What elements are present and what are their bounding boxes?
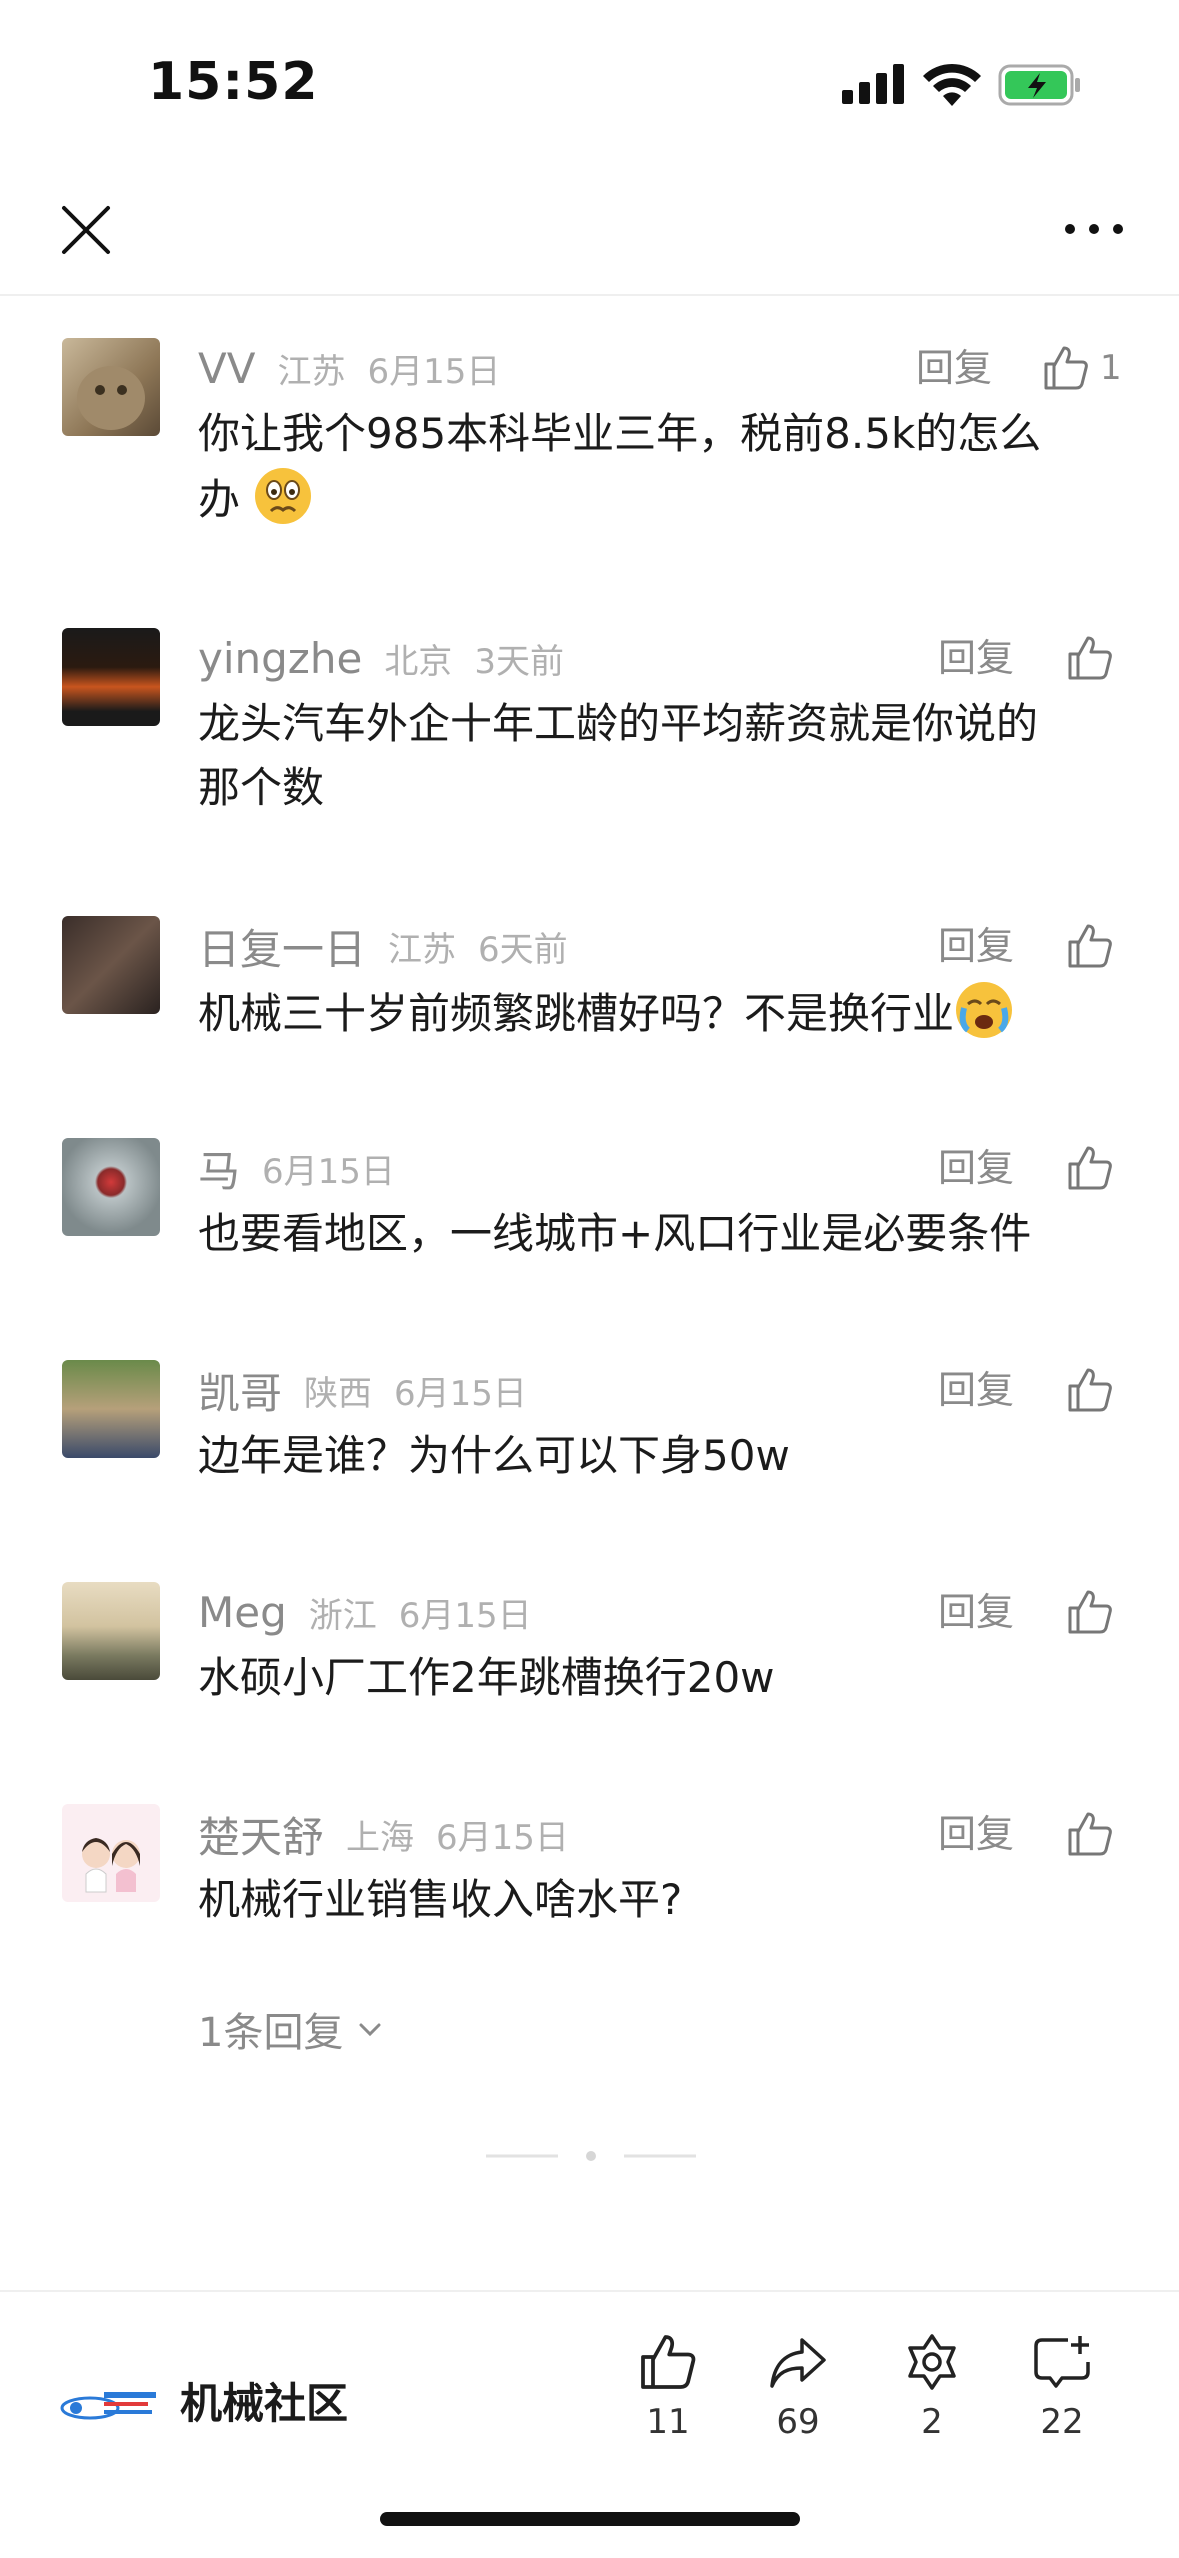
thumbs-up-icon[interactable] bbox=[1066, 1144, 1114, 1192]
star-badge-icon bbox=[908, 2334, 956, 2390]
comment-item: VV 江苏 6月15日 回复 1 你让我个985本科毕业三年，税前8.5k的怎么… bbox=[0, 338, 1179, 578]
chevron-down-icon bbox=[359, 2023, 381, 2037]
worried-face-emoji-icon bbox=[255, 468, 312, 524]
comment-username[interactable]: 楚天舒 bbox=[198, 1804, 324, 1865]
like-count: 1 bbox=[1100, 348, 1122, 388]
thumbs-up-icon[interactable] bbox=[1066, 922, 1114, 970]
comment-text: 龙头汽车外企十年工龄的平均薪资就是你说的 那个数 bbox=[198, 699, 1039, 812]
thumbs-up-icon bbox=[641, 2335, 696, 2389]
share-count: 69 bbox=[776, 2402, 820, 2442]
comment-location: 浙江 bbox=[308, 1595, 377, 1636]
thumbs-up-icon[interactable] bbox=[1066, 1810, 1114, 1858]
battery-charging-icon bbox=[998, 64, 1080, 106]
comment-item: Meg 浙江 6月15日 回复 水硕小厂工作2年跳槽换行20w bbox=[0, 1582, 1179, 1752]
community-logo-icon bbox=[60, 2392, 156, 2420]
avatar[interactable] bbox=[62, 1804, 160, 1902]
comment-username[interactable]: 日复一日 bbox=[198, 916, 366, 977]
comment-location: 上海 bbox=[346, 1817, 415, 1858]
signal-icon bbox=[842, 64, 904, 104]
comment-location: 江苏 bbox=[388, 929, 457, 970]
thumbs-up-icon[interactable] bbox=[1042, 344, 1090, 392]
crying-face-emoji-icon bbox=[956, 982, 1013, 1038]
page-indicator bbox=[486, 2151, 696, 2161]
comment-username[interactable]: VV bbox=[198, 344, 255, 393]
comment-text: 机械行业销售收入啥水平? bbox=[198, 1875, 683, 1924]
reply-button[interactable]: 回复 bbox=[938, 916, 1014, 976]
comment-item: 马 6月15日 回复 也要看地区，一线城市+风口行业是必要条件 bbox=[0, 1138, 1179, 1308]
comment-location: 陕西 bbox=[304, 1373, 373, 1414]
nav-bar bbox=[0, 170, 1179, 296]
reply-button[interactable]: 回复 bbox=[916, 338, 992, 398]
comment-text: 机械三十岁前频繁跳槽好吗？不是换行业 bbox=[198, 980, 1128, 1046]
comment-text: 边年是谁？为什么可以下身50w bbox=[198, 1431, 790, 1480]
comment-username[interactable]: 凯哥 bbox=[198, 1360, 282, 1421]
comment-add-icon bbox=[1034, 2336, 1090, 2388]
close-icon[interactable] bbox=[56, 200, 116, 260]
expand-replies-button[interactable]: 1条回复 bbox=[198, 2000, 383, 2058]
comment-username[interactable]: Meg bbox=[198, 1588, 287, 1637]
reply-button[interactable]: 回复 bbox=[938, 1360, 1014, 1420]
comment-time: 6天前 bbox=[478, 929, 568, 970]
comment-text: 水硕小厂工作2年跳槽换行20w bbox=[198, 1653, 775, 1702]
community-name[interactable]: 机械社区 bbox=[180, 2370, 348, 2431]
thumbs-up-icon[interactable] bbox=[1066, 1366, 1114, 1414]
comment-username[interactable]: yingzhe bbox=[198, 634, 362, 683]
comment-time: 6月15日 bbox=[367, 351, 501, 392]
comment-text: 也要看地区，一线城市+风口行业是必要条件 bbox=[198, 1209, 1032, 1258]
more-options-icon[interactable] bbox=[1062, 214, 1126, 244]
status-bar: 15:52 bbox=[0, 0, 1179, 170]
comment-action-button[interactable]: 22 bbox=[1012, 2332, 1112, 2442]
home-indicator[interactable] bbox=[380, 2512, 800, 2526]
comment-item: yingzhe 北京 3天前 回复 龙头汽车外企十年工龄的平均薪资就是你说的 那… bbox=[0, 628, 1179, 868]
avatar[interactable] bbox=[62, 1360, 160, 1458]
comment-username[interactable]: 马 bbox=[198, 1138, 240, 1199]
avatar[interactable] bbox=[62, 916, 160, 1014]
comment-item: 凯哥 陕西 6月15日 回复 边年是谁？为什么可以下身50w bbox=[0, 1360, 1179, 1530]
comment-time: 6月15日 bbox=[262, 1151, 395, 1192]
comment-time: 6月15日 bbox=[398, 1595, 532, 1636]
avatar[interactable] bbox=[62, 1138, 160, 1236]
comment-time: 6月15日 bbox=[436, 1817, 569, 1858]
share-action-button[interactable]: 69 bbox=[748, 2332, 848, 2442]
thumbs-up-icon[interactable] bbox=[1066, 1588, 1114, 1636]
favorite-count: 2 bbox=[921, 2402, 943, 2442]
avatar[interactable] bbox=[62, 628, 160, 726]
comment-item: 日复一日 江苏 6天前 回复 机械三十岁前频繁跳槽好吗？不是换行业 bbox=[0, 916, 1179, 1086]
reply-button[interactable]: 回复 bbox=[938, 628, 1014, 688]
expand-replies-label: 1条回复 bbox=[198, 2010, 344, 2056]
reply-button[interactable]: 回复 bbox=[938, 1138, 1014, 1198]
reply-button[interactable]: 回复 bbox=[938, 1804, 1014, 1864]
like-action-button[interactable]: 11 bbox=[618, 2332, 718, 2442]
reply-button[interactable]: 回复 bbox=[938, 1582, 1014, 1642]
comment-item: 楚天舒 上海 6月15日 回复 机械行业销售收入啥水平? bbox=[0, 1804, 1179, 2064]
like-count: 11 bbox=[646, 2402, 690, 2442]
status-time: 15:52 bbox=[148, 52, 319, 112]
comment-location: 江苏 bbox=[277, 351, 346, 392]
comment-time: 6月15日 bbox=[394, 1373, 527, 1414]
share-icon bbox=[770, 2338, 826, 2388]
comment-location: 北京 bbox=[384, 641, 453, 682]
comment-count: 22 bbox=[1040, 2402, 1084, 2442]
avatar[interactable] bbox=[62, 338, 160, 436]
avatar[interactable] bbox=[62, 1582, 160, 1680]
thumbs-up-icon[interactable] bbox=[1066, 634, 1114, 682]
comment-time: 3天前 bbox=[474, 641, 564, 682]
favorite-action-button[interactable]: 2 bbox=[882, 2332, 982, 2442]
comment-text: 你让我个985本科毕业三年，税前8.5k的怎么 办 bbox=[198, 409, 1042, 524]
wifi-icon bbox=[923, 63, 981, 106]
